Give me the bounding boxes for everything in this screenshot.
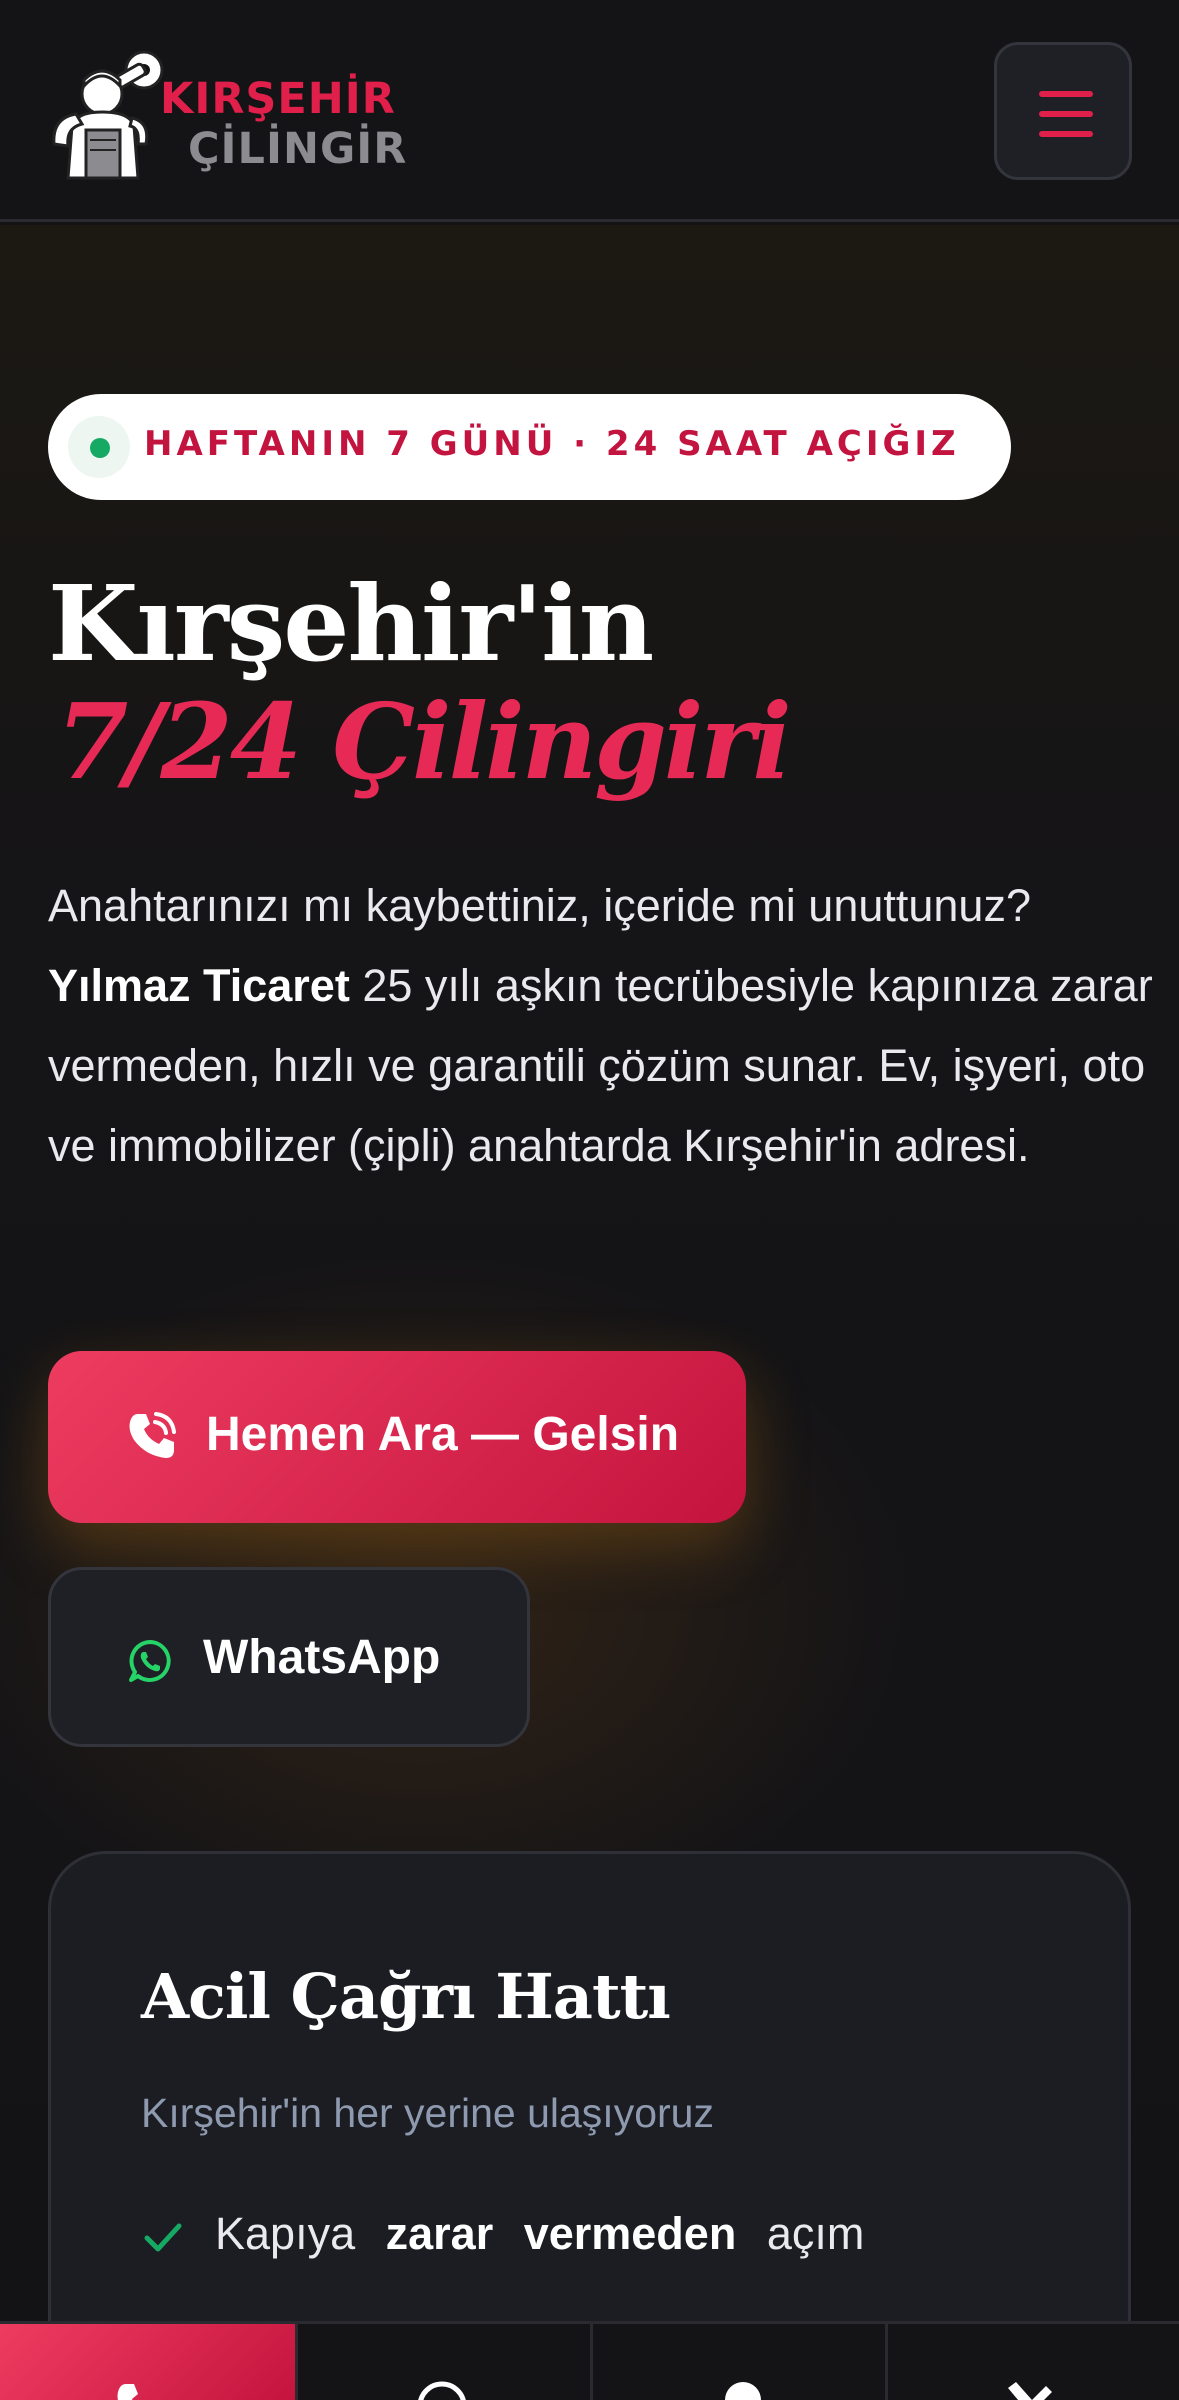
badge-text: HAFTANIN 7 GÜNÜ · 24 SAAT AÇIĞIZ — [144, 424, 960, 464]
site-logo[interactable]: KIRŞEHİR ÇİLİNGİR — [46, 48, 426, 184]
phone-icon — [117, 2384, 138, 2400]
whatsapp-button[interactable]: WhatsApp — [48, 1567, 530, 1747]
logo-text-kirsehir: KIRŞEHİR — [160, 74, 396, 124]
hero-title-line2: 7/24 Çilingiri — [56, 680, 792, 803]
status-dot-icon — [90, 438, 110, 458]
site-header: KIRŞEHİR ÇİLİNGİR — [0, 0, 1179, 222]
bottom-call-button[interactable] — [0, 2324, 295, 2400]
tools-icon — [1008, 2382, 1052, 2400]
open-hours-badge: HAFTANIN 7 GÜNÜ · 24 SAAT AÇIĞIZ — [48, 394, 1011, 500]
feature-text-before: Kapıya — [215, 2208, 356, 2259]
whatsapp-label: WhatsApp — [203, 1631, 441, 1684]
hamburger-menu-button[interactable] — [994, 42, 1132, 180]
bottom-services-button[interactable] — [885, 2324, 1179, 2400]
emergency-line-card: Acil Çağrı Hattı Kırşehir'in her yerine … — [48, 1851, 1131, 2400]
logo-text-cilingir: ÇİLİNGİR — [188, 124, 408, 174]
hero-description: Anahtarınızı mı kaybettiniz, içeride mi … — [48, 866, 1158, 1186]
locksmith-mascot-icon — [52, 50, 164, 180]
whatsapp-icon — [129, 1640, 171, 1682]
whatsapp-icon — [418, 2381, 466, 2400]
check-icon — [144, 2223, 182, 2252]
menu-line-icon — [1039, 111, 1093, 117]
call-now-label: Hemen Ara — Gelsin — [206, 1408, 680, 1461]
feature-text-bold: zarar vermeden — [385, 2208, 737, 2259]
hero-title-line1: Kırşehir'in — [48, 562, 654, 685]
menu-line-icon — [1039, 91, 1093, 97]
desc-intro: Anahtarınızı mı kaybettiniz, içeride mi … — [48, 880, 1031, 931]
feature-text-after: açım — [766, 2208, 865, 2259]
company-name: Yılmaz Ticaret — [48, 960, 350, 1011]
location-pin-icon — [725, 2382, 761, 2400]
menu-line-icon — [1039, 131, 1093, 137]
card-title: Acil Çağrı Hattı — [141, 1960, 671, 2033]
call-now-button[interactable]: Hemen Ara — Gelsin — [48, 1351, 746, 1523]
feature-item: Kapıya zarar vermeden açım — [215, 2208, 864, 2260]
bottom-whatsapp-button[interactable] — [295, 2324, 590, 2400]
card-subtitle: Kırşehir'in her yerine ulaşıyoruz — [141, 2090, 714, 2136]
bottom-action-bar — [0, 2321, 1179, 2400]
bottom-location-button[interactable] — [590, 2324, 885, 2400]
phone-ringing-icon — [129, 1412, 176, 1458]
